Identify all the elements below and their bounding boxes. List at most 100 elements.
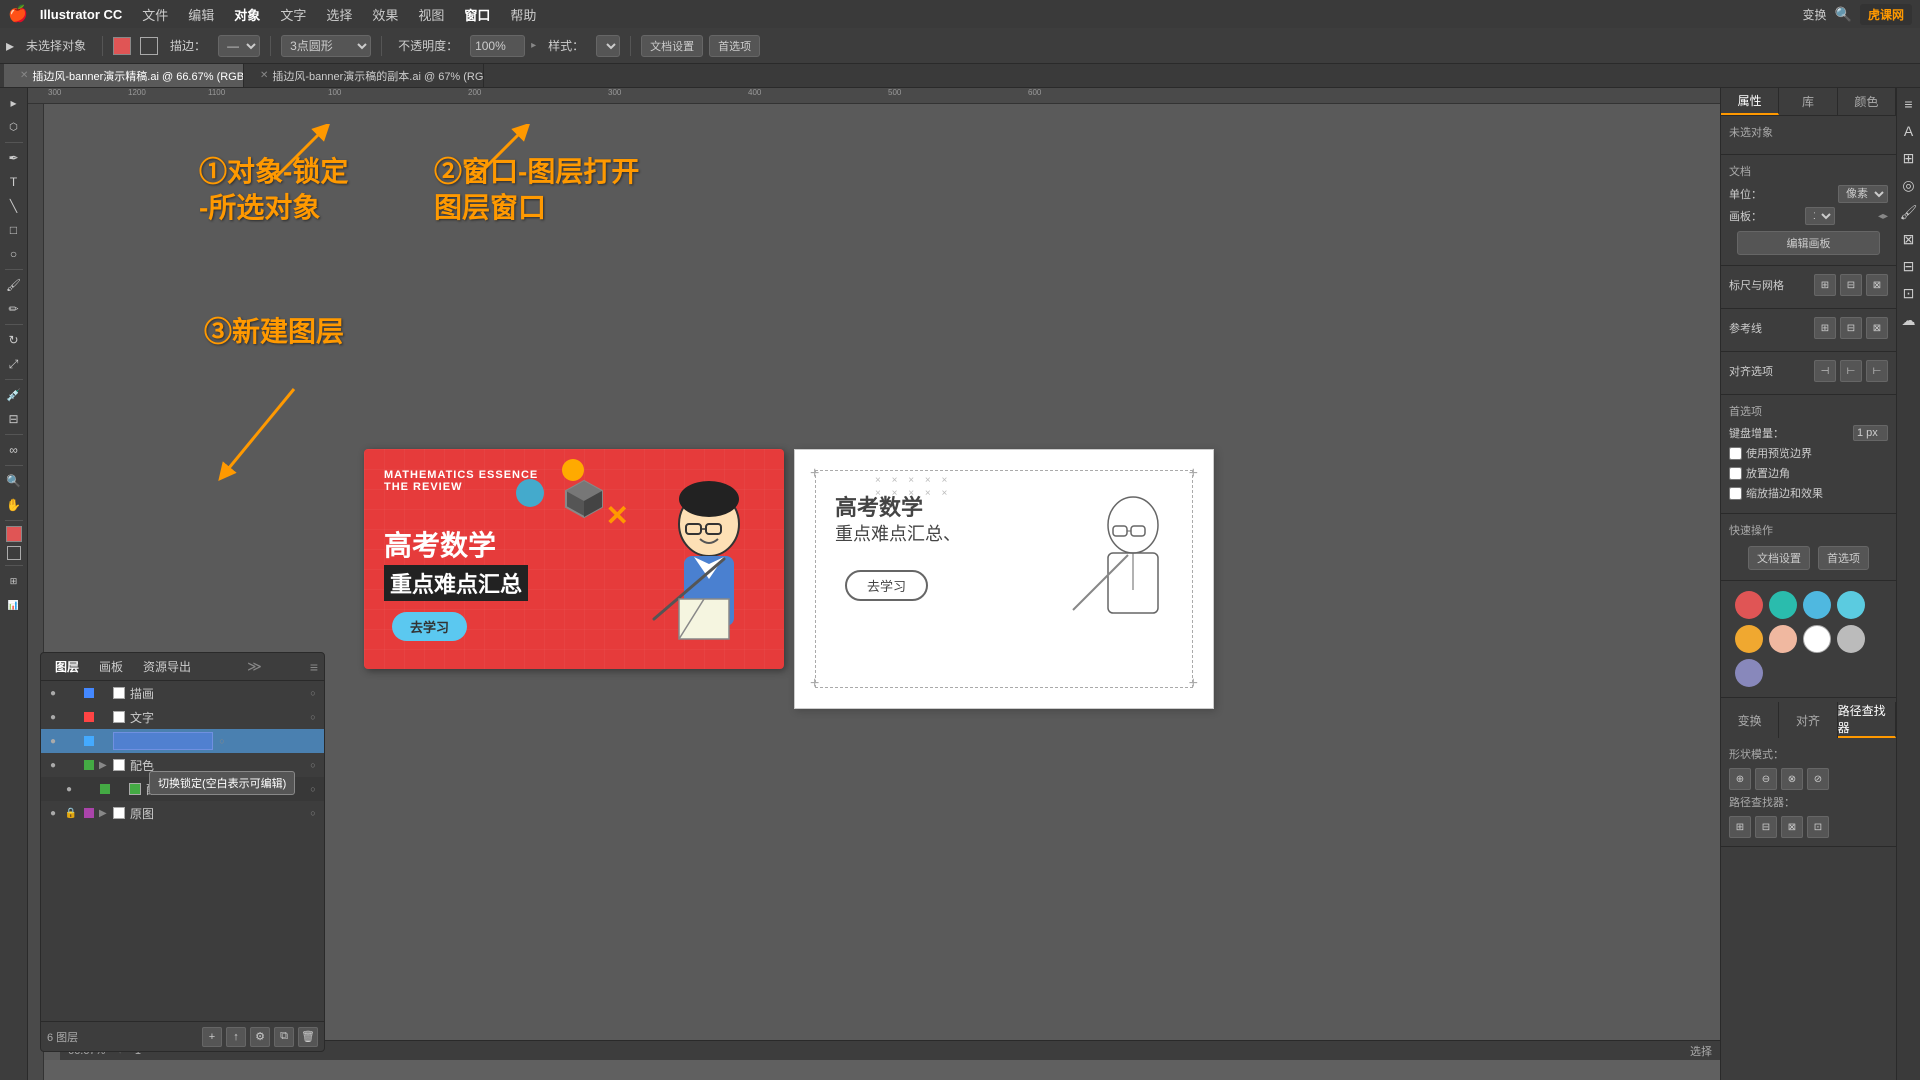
swatch-teal[interactable] <box>1769 591 1797 619</box>
pf2-icon[interactable]: ⊟ <box>1755 816 1777 838</box>
transform-icon2[interactable]: ⊞ <box>1897 146 1920 170</box>
banner-btn[interactable]: 去学习 <box>392 612 467 641</box>
tab-1-close[interactable]: ✕ <box>20 70 28 81</box>
gradient-tool[interactable]: ⊟ <box>3 408 25 430</box>
stroke-color[interactable] <box>140 37 158 55</box>
layer-add-btn[interactable]: + <box>202 1027 222 1047</box>
fill-color[interactable] <box>113 37 131 55</box>
menu-view[interactable]: 视图 <box>410 3 452 26</box>
panel-tab-color[interactable]: 颜色 <box>1838 88 1896 115</box>
layer-lock-editing[interactable] <box>63 733 79 749</box>
quick-prefs-btn[interactable]: 首选项 <box>1818 546 1869 570</box>
nudge-input[interactable] <box>1853 425 1888 441</box>
tab-align[interactable]: 对齐 <box>1779 702 1837 738</box>
align-center-icon[interactable]: ⊢ <box>1840 360 1862 382</box>
artboard-select[interactable]: 1 <box>1805 207 1835 225</box>
swatch-red[interactable] <box>1735 591 1763 619</box>
swatch-peach[interactable] <box>1769 625 1797 653</box>
grid-icon-1[interactable]: ⊞ <box>1814 274 1836 296</box>
brushes-icon[interactable]: 🖌 <box>1897 200 1920 224</box>
opacity-arrow[interactable]: ▸ <box>531 40 536 51</box>
swatch-white[interactable] <box>1803 625 1831 653</box>
layer-vis-colorsub[interactable]: ○ <box>306 782 320 796</box>
style-select[interactable] <box>596 35 620 57</box>
layers-tab-layers[interactable]: 图层 <box>47 656 87 677</box>
exclude-icon[interactable]: ⊘ <box>1807 768 1829 790</box>
layer-vis-color[interactable]: ○ <box>306 758 320 772</box>
layer-lock-text[interactable] <box>63 709 79 725</box>
selection-tool[interactable]: ▸ <box>3 92 25 114</box>
line-tool[interactable]: ╲ <box>3 195 25 217</box>
doc-settings-button[interactable]: 文档设置 <box>641 35 703 57</box>
panel-collapse-icon[interactable]: ≫ <box>247 658 262 675</box>
layer-vis-draw[interactable]: ○ <box>306 686 320 700</box>
tab-2-close[interactable]: ✕ <box>260 70 268 81</box>
layer-settings-btn[interactable]: ⚙ <box>250 1027 270 1047</box>
eyedropper-tool[interactable]: 💉 <box>3 384 25 406</box>
hand-tool[interactable]: ✋ <box>3 494 25 516</box>
intersect-icon[interactable]: ⊗ <box>1781 768 1803 790</box>
layer-lock-draw[interactable] <box>63 685 79 701</box>
panel-menu-icon[interactable]: ≡ <box>310 659 318 675</box>
layer-row-editing[interactable]: ● ○ <box>41 729 324 753</box>
minus-front-icon[interactable]: ⊖ <box>1755 768 1777 790</box>
rotate-tool[interactable]: ↻ <box>3 329 25 351</box>
scale-tool[interactable]: ⤢ <box>3 353 25 375</box>
graph-tool[interactable]: 📊 <box>3 594 25 616</box>
layer-lock-original[interactable]: 🔒 <box>63 805 79 821</box>
swatch-cyan[interactable] <box>1837 591 1865 619</box>
align-left-icon[interactable]: ⊣ <box>1814 360 1836 382</box>
swatch-purple[interactable] <box>1735 659 1763 687</box>
appearance-icon[interactable]: A <box>1897 119 1920 143</box>
brush-tool[interactable]: 🖌 <box>3 274 25 296</box>
tab-1[interactable]: ✕ 插边风-banner演示精稿.ai @ 66.67% (RGB/GPU 推送… <box>4 64 244 87</box>
layer-lock-color[interactable] <box>63 757 79 773</box>
preview-bounds-check[interactable] <box>1729 447 1742 460</box>
menu-select[interactable]: 选择 <box>318 3 360 26</box>
layer-row-text[interactable]: ● 文字 ○ <box>41 705 324 729</box>
layer-name-input-editing[interactable] <box>113 732 213 750</box>
fx-icon[interactable]: ⊟ <box>1897 254 1920 278</box>
menu-object[interactable]: 对象 <box>226 3 268 26</box>
pf1-icon[interactable]: ⊞ <box>1729 816 1751 838</box>
layer-eye-editing[interactable]: ● <box>45 733 61 749</box>
guide-icon-1[interactable]: ⊞ <box>1814 317 1836 339</box>
layers-tab-export[interactable]: 资源导出 <box>135 656 199 677</box>
layer-expand-color[interactable]: ▶ <box>99 760 111 771</box>
menu-help[interactable]: 帮助 <box>502 3 544 26</box>
layer-row-draw[interactable]: ● 描画 ○ <box>41 681 324 705</box>
layer-eye-text[interactable]: ● <box>45 709 61 725</box>
grid-icon-3[interactable]: ⊠ <box>1866 274 1888 296</box>
guide-icon-2[interactable]: ⊟ <box>1840 317 1862 339</box>
panel-tab-properties[interactable]: 属性 <box>1721 88 1779 115</box>
cc-icon[interactable]: ☁ <box>1897 308 1920 332</box>
quick-doc-settings-btn[interactable]: 文档设置 <box>1748 546 1810 570</box>
layers-tab-artboards[interactable]: 画板 <box>91 656 131 677</box>
unit-select[interactable]: 像素 <box>1838 185 1888 203</box>
swatch-gray[interactable] <box>1837 625 1865 653</box>
workspace-mode[interactable]: 变换 <box>1803 6 1827 23</box>
rect-tool[interactable]: □ <box>3 219 25 241</box>
pencil-tool[interactable]: ✏ <box>3 298 25 320</box>
direct-selection-tool[interactable]: ⬡ <box>3 116 25 138</box>
layer-eye-draw[interactable]: ● <box>45 685 61 701</box>
type-tool[interactable]: T <box>3 171 25 193</box>
fill-swatch[interactable] <box>6 526 22 542</box>
layer-vis-editing[interactable]: ○ <box>215 734 229 748</box>
round-corners-check[interactable] <box>1729 467 1742 480</box>
apple-menu[interactable]: 🍎 <box>8 4 28 24</box>
menu-text[interactable]: 文字 <box>272 3 314 26</box>
stroke-swatch[interactable] <box>7 546 21 560</box>
layer-expand-original[interactable]: ▶ <box>99 808 111 819</box>
layer-lock-colorsub[interactable] <box>79 781 95 797</box>
pen-tool[interactable]: ✒ <box>3 147 25 169</box>
pf3-icon[interactable]: ⊠ <box>1781 816 1803 838</box>
guide-icon-3[interactable]: ⊠ <box>1866 317 1888 339</box>
layer-eye-colorsub[interactable]: ● <box>61 781 77 797</box>
artboard-arrows[interactable]: ◂▸ <box>1878 211 1888 222</box>
align-right-icon[interactable]: ⊢ <box>1866 360 1888 382</box>
layer-eye-color[interactable]: ● <box>45 757 61 773</box>
tab-transform[interactable]: 变换 <box>1721 702 1779 738</box>
properties-panel-icon[interactable]: ≡ <box>1897 92 1920 116</box>
tab-2[interactable]: ✕ 插边风-banner演示稿的副本.ai @ 67% (RGB/GPU 推送) <box>244 64 484 87</box>
